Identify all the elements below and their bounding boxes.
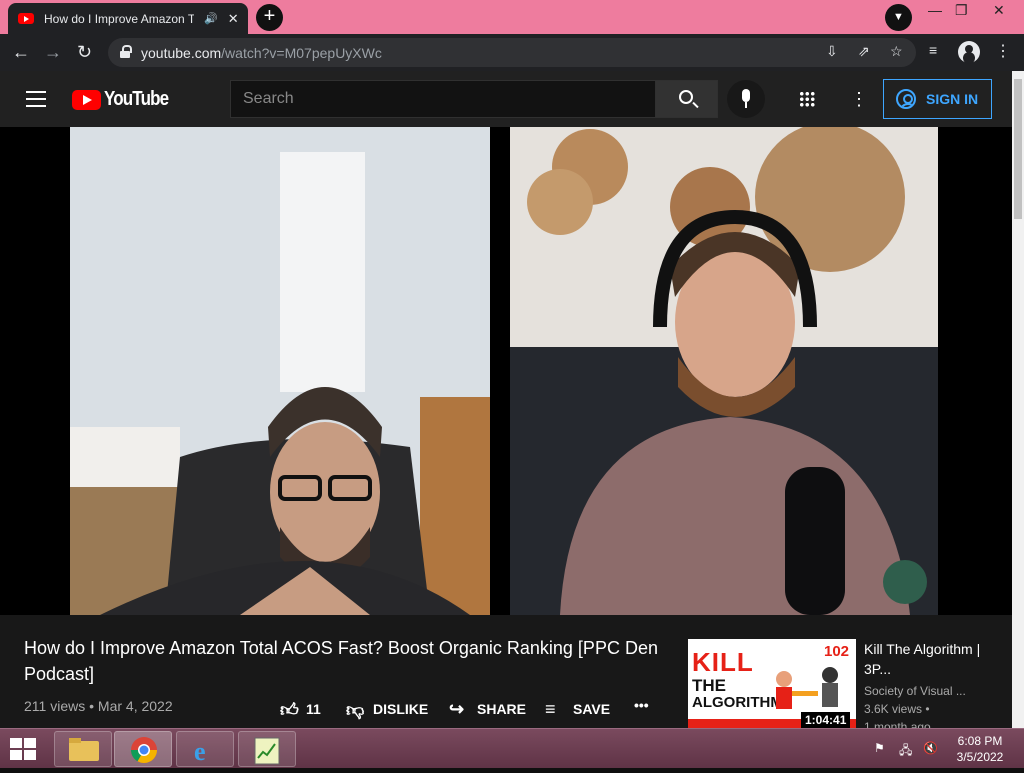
tab-close-icon[interactable]: ✕	[228, 11, 239, 27]
system-clock[interactable]: 6:08 PM 3/5/2022	[945, 733, 1015, 765]
youtube-wordmark: YouTube	[104, 88, 169, 110]
back-button[interactable]: ←	[12, 40, 30, 64]
meta-separator: •	[89, 698, 95, 714]
media-control-icon[interactable]: ≡	[929, 42, 937, 58]
youtube-play-logo-icon	[72, 89, 101, 110]
url-text[interactable]: youtube.com/watch?v=M07pepUyXWc	[141, 45, 382, 61]
windows-start-icon[interactable]	[10, 738, 38, 760]
related-channel-name[interactable]: Society of Visual ...	[864, 684, 966, 698]
search-input[interactable]: Search	[230, 80, 656, 118]
watch-metadata: How do I Improve Amazon Total ACOS Fast?…	[0, 615, 1012, 728]
browser-menu-icon[interactable]: ⋮	[995, 41, 1011, 61]
video-frame[interactable]	[70, 127, 938, 615]
page-scrollbar[interactable]	[1012, 71, 1024, 728]
thumb-the-text: THE	[692, 676, 726, 695]
file-explorer-icon[interactable]	[54, 731, 112, 767]
volume-muted-icon[interactable]: 🔇	[923, 741, 938, 755]
network-icon[interactable]: 🖧	[899, 741, 912, 762]
upload-date: Mar 4, 2022	[97, 698, 173, 714]
search-button[interactable]	[655, 80, 718, 118]
new-tab-button[interactable]: +	[256, 4, 283, 31]
youtube-header: YouTube Search ⋮ SIGN IN	[0, 71, 1012, 127]
reload-button[interactable]: ↻	[77, 40, 92, 64]
browser-tab-active[interactable]: How do I Improve Amazon T 🔊 ✕	[8, 3, 248, 34]
lock-icon[interactable]	[120, 45, 132, 58]
share-page-icon[interactable]: ⇗	[858, 43, 870, 60]
hamburger-menu-icon[interactable]	[26, 91, 46, 107]
youtube-logo[interactable]: YouTube	[72, 88, 180, 111]
share-button[interactable]: SHARE	[477, 701, 526, 717]
internet-explorer-icon[interactable]: e	[176, 731, 234, 767]
apps-grid-icon[interactable]	[799, 91, 815, 107]
save-button[interactable]: SAVE	[573, 701, 610, 717]
dislike-button[interactable]: DISLIKE	[373, 701, 428, 717]
task-manager-icon[interactable]	[238, 731, 296, 767]
browser-toolbar: ← → ↻ youtube.com/watch?v=M07pepUyXWc ⇩ …	[0, 34, 1024, 71]
settings-more-icon[interactable]: ⋮	[850, 89, 868, 109]
view-count: 211 views	[24, 698, 86, 714]
install-app-icon[interactable]: ⇩	[826, 43, 838, 60]
svg-text:e: e	[194, 737, 206, 766]
save-playlist-icon[interactable]: ≡	[545, 699, 556, 720]
more-actions-button[interactable]: •••	[634, 697, 649, 713]
sign-in-button[interactable]: SIGN IN	[883, 79, 992, 119]
search-icon	[679, 90, 693, 104]
action-center-flag-icon[interactable]: ⚑	[874, 741, 885, 755]
browser-tab-strip: How do I Improve Amazon T 🔊 ✕ + ▼ — ❐ ✕	[0, 0, 1024, 34]
minimize-button[interactable]: —	[928, 2, 942, 18]
url-path: /watch?v=M07pepUyXWc	[221, 45, 382, 61]
video-split-divider	[490, 127, 510, 615]
like-count[interactable]: 11	[306, 701, 321, 717]
right-webcam-feed	[510, 127, 938, 615]
close-window-button[interactable]: ✕	[993, 2, 1005, 19]
related-view-count: 3.6K views •	[864, 702, 930, 716]
chrome-taskbar-icon[interactable]	[114, 731, 172, 767]
youtube-favicon-icon	[18, 13, 34, 24]
voice-search-icon[interactable]	[727, 80, 765, 118]
sign-in-label: SIGN IN	[926, 91, 979, 107]
tab-title: How do I Improve Amazon T	[44, 11, 194, 26]
share-arrow-icon[interactable]: ↪	[449, 699, 464, 720]
clock-date: 3/5/2022	[956, 750, 1004, 764]
video-duration-badge: 1:04:41	[801, 712, 851, 728]
video-meta: 211 views • Mar 4, 2022	[24, 698, 173, 714]
address-bar[interactable]: youtube.com/watch?v=M07pepUyXWc ⇩ ⇗ ☆	[108, 38, 916, 67]
restore-button[interactable]: ❐	[955, 2, 968, 19]
video-player[interactable]	[0, 127, 1012, 615]
forward-button[interactable]: →	[44, 40, 62, 64]
account-circle-icon	[896, 89, 916, 109]
tab-search-button[interactable]: ▼	[885, 4, 912, 31]
like-thumb-icon[interactable]: 👍︎	[280, 699, 299, 721]
windows-taskbar: e ⚑ 🖧 🔇 6:08 PM 3/5/2022	[0, 728, 1024, 768]
scrollbar-thumb[interactable]	[1014, 79, 1022, 219]
thumb-episode-number: 102	[824, 643, 850, 660]
related-video-title[interactable]: Kill The Algorithm | 3P...	[864, 639, 1004, 679]
bookmark-star-icon[interactable]: ☆	[890, 43, 903, 60]
audio-playing-icon[interactable]: 🔊	[204, 12, 218, 25]
related-upload-age: 1 month ago	[864, 720, 931, 728]
left-webcam-feed	[70, 127, 490, 615]
video-title: How do I Improve Amazon Total ACOS Fast?…	[24, 638, 658, 684]
thumb-kill-text: KILL	[692, 647, 754, 677]
profile-avatar-icon[interactable]	[958, 41, 980, 63]
thumb-illustration	[776, 667, 838, 709]
url-host: youtube.com	[141, 45, 222, 61]
dislike-thumb-icon[interactable]: 👎︎	[346, 699, 364, 721]
clock-time: 6:08 PM	[957, 734, 1003, 748]
